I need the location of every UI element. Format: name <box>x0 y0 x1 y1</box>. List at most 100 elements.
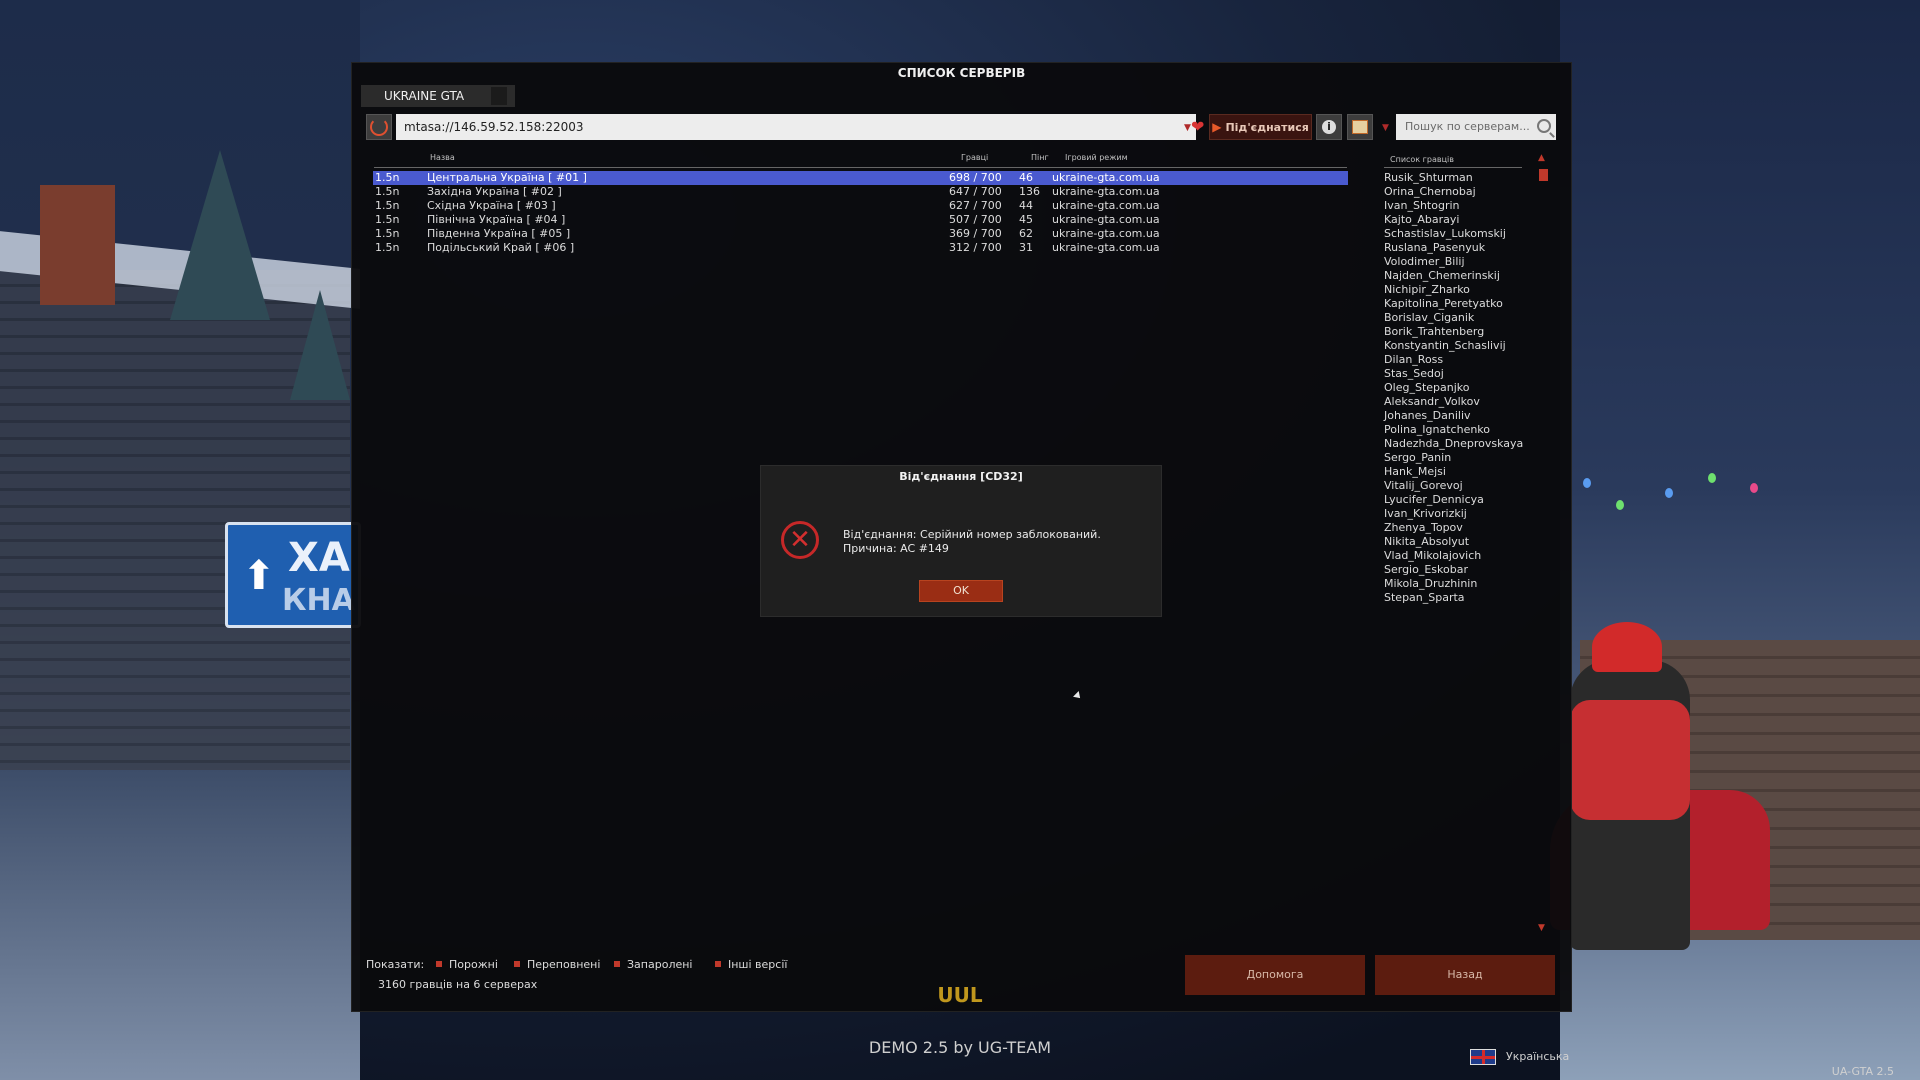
server-name: Центральна Україна [ #01 ] <box>427 171 587 184</box>
player-name: Lyucifer_Dennicya <box>1384 493 1484 506</box>
server-ping: 44 <box>1019 199 1033 212</box>
players-header-divider <box>1384 167 1522 168</box>
favorite-heart-icon[interactable]: ❤ <box>1191 115 1204 139</box>
filter-label: Переповнені <box>527 958 601 971</box>
filter-label: Порожні <box>449 958 498 971</box>
column-header-mode[interactable]: Ігровий режим <box>1065 153 1128 162</box>
player-name: Zhenya_Topov <box>1384 521 1463 534</box>
scroll-down-icon[interactable]: ▼ <box>1538 923 1545 933</box>
server-ping: 45 <box>1019 213 1033 226</box>
filter-label: Запаролені <box>627 958 693 971</box>
scroll-thumb[interactable] <box>1539 169 1548 181</box>
background-tree <box>170 150 270 320</box>
share-button[interactable] <box>1347 114 1373 140</box>
checkbox-icon <box>436 961 442 967</box>
server-info-button[interactable]: i <box>1316 114 1342 140</box>
help-button[interactable]: Допомога <box>1185 955 1365 995</box>
player-name: Sergio_Eskobar <box>1384 563 1468 576</box>
search-input[interactable]: Пошук по серверам... <box>1396 114 1556 140</box>
player-name: Mikola_Druzhinin <box>1384 577 1478 590</box>
server-version: 1.5n <box>375 171 400 184</box>
connect-button[interactable]: ▶ Під'єднатися <box>1209 114 1312 140</box>
address-dropdown-icon[interactable]: ▼ <box>1184 123 1191 133</box>
dialog-message-line: Причина: AC #149 <box>843 542 949 555</box>
player-name: Rusik_Shturman <box>1384 171 1473 184</box>
garland-light <box>1750 483 1758 493</box>
filter-empty-checkbox[interactable]: Порожні <box>436 958 498 971</box>
player-name: Vlad_Mikolajovich <box>1384 549 1482 562</box>
server-row[interactable]: 1.5n Центральна Україна [ #01 ] 698 / 70… <box>373 171 1348 185</box>
column-header-name[interactable]: Назва <box>430 153 455 162</box>
filter-locked-checkbox[interactable]: Запаролені <box>614 958 692 971</box>
server-row[interactable]: 1.5n Північна Україна [ #04 ] 507 / 700 … <box>373 213 1348 227</box>
garland-light <box>1665 488 1673 498</box>
address-input[interactable]: mtasa://146.59.52.158:22003 ❤ <box>396 114 1204 140</box>
server-mode: ukraine-gta.com.ua <box>1052 241 1160 254</box>
ok-button[interactable]: OK <box>919 580 1003 602</box>
tab-ukraine-gta[interactable]: UKRAINE GTA <box>361 85 515 107</box>
player-name: Johanes_Daniliv <box>1384 409 1471 422</box>
filter-other-versions-checkbox[interactable]: Інші версії <box>715 958 787 971</box>
server-ping: 31 <box>1019 241 1033 254</box>
server-name: Західна Україна [ #02 ] <box>427 185 562 198</box>
server-players: 507 / 700 <box>949 213 1002 226</box>
players-list-header: Список гравців <box>1390 155 1454 164</box>
player-name: Polina_Ignatchenko <box>1384 423 1491 436</box>
server-name: Східна Україна [ #03 ] <box>427 199 556 212</box>
player-name: Najden_Chemerinskij <box>1384 269 1500 282</box>
language-selector[interactable]: Українська <box>1506 1050 1569 1063</box>
player-name: Nichipir_Zharko <box>1384 283 1470 296</box>
search-placeholder: Пошук по серверам... <box>1405 120 1530 133</box>
scroll-up-icon[interactable]: ▲ <box>1538 153 1545 163</box>
filter-label: Інші версії <box>728 958 788 971</box>
server-row[interactable]: 1.5n Західна Україна [ #02 ] 647 / 700 1… <box>373 185 1348 199</box>
character-jacket <box>1570 700 1690 820</box>
back-button[interactable]: Назад <box>1375 955 1555 995</box>
server-list: 1.5n Центральна Україна [ #01 ] 698 / 70… <box>373 171 1348 255</box>
server-ping: 136 <box>1019 185 1040 198</box>
background-tree <box>290 290 350 400</box>
search-icon[interactable] <box>1537 119 1551 133</box>
road-sign-text: КНА <box>282 583 355 618</box>
filters-label: Показати: <box>366 958 425 971</box>
player-name: Ivan_Krivorizkij <box>1384 507 1467 520</box>
background-chimney <box>40 185 115 305</box>
ukraine-gta-logo: UUL <box>937 983 983 1007</box>
player-name: Kapitolina_Peretyatko <box>1384 297 1503 310</box>
filter-full-checkbox[interactable]: Переповнені <box>514 958 600 971</box>
santa-hat <box>1592 622 1662 672</box>
player-name: Orina_Chernobaj <box>1384 185 1476 198</box>
server-row[interactable]: 1.5n Східна Україна [ #03 ] 627 / 700 44… <box>373 199 1348 213</box>
server-version: 1.5n <box>375 213 400 226</box>
refresh-button[interactable] <box>366 114 392 140</box>
server-row[interactable]: 1.5n Подільський Край [ #06 ] 312 / 700 … <box>373 241 1348 255</box>
share-icon <box>1352 120 1368 134</box>
server-name: Північна Україна [ #04 ] <box>427 213 566 226</box>
player-name: Konstyantin_Schaslivij <box>1384 339 1506 352</box>
server-players: 369 / 700 <box>949 227 1002 240</box>
column-header-divider <box>374 167 1347 168</box>
column-header-ping[interactable]: Пінг <box>1031 153 1049 162</box>
server-version: 1.5n <box>375 241 400 254</box>
server-players: 312 / 700 <box>949 241 1002 254</box>
background-character <box>1570 622 1690 950</box>
address-value: mtasa://146.59.52.158:22003 <box>404 120 584 134</box>
share-dropdown-icon[interactable]: ▼ <box>1382 123 1389 133</box>
server-mode: ukraine-gta.com.ua <box>1052 213 1160 226</box>
player-name: Nadezhda_Dneprovskaya <box>1384 437 1524 450</box>
server-version: 1.5n <box>375 185 400 198</box>
checkbox-icon <box>715 961 721 967</box>
column-header-players[interactable]: Гравці <box>961 153 988 162</box>
server-name: Південна Україна [ #05 ] <box>427 227 571 240</box>
error-icon: ✕ <box>781 521 819 559</box>
player-name: Volodimer_Bilij <box>1384 255 1465 268</box>
connect-label: Під'єднатися <box>1225 120 1309 134</box>
player-name: Sergo_Panin <box>1384 451 1452 464</box>
server-row[interactable]: 1.5n Південна Україна [ #05 ] 369 / 700 … <box>373 227 1348 241</box>
players-scrollbar[interactable]: ▲ ▼ <box>1538 153 1550 933</box>
server-players: 647 / 700 <box>949 185 1002 198</box>
uk-flag-icon[interactable] <box>1470 1049 1496 1065</box>
player-name: Stas_Sedoj <box>1384 367 1444 380</box>
server-mode: ukraine-gta.com.ua <box>1052 227 1160 240</box>
server-version: 1.5n <box>375 227 400 240</box>
